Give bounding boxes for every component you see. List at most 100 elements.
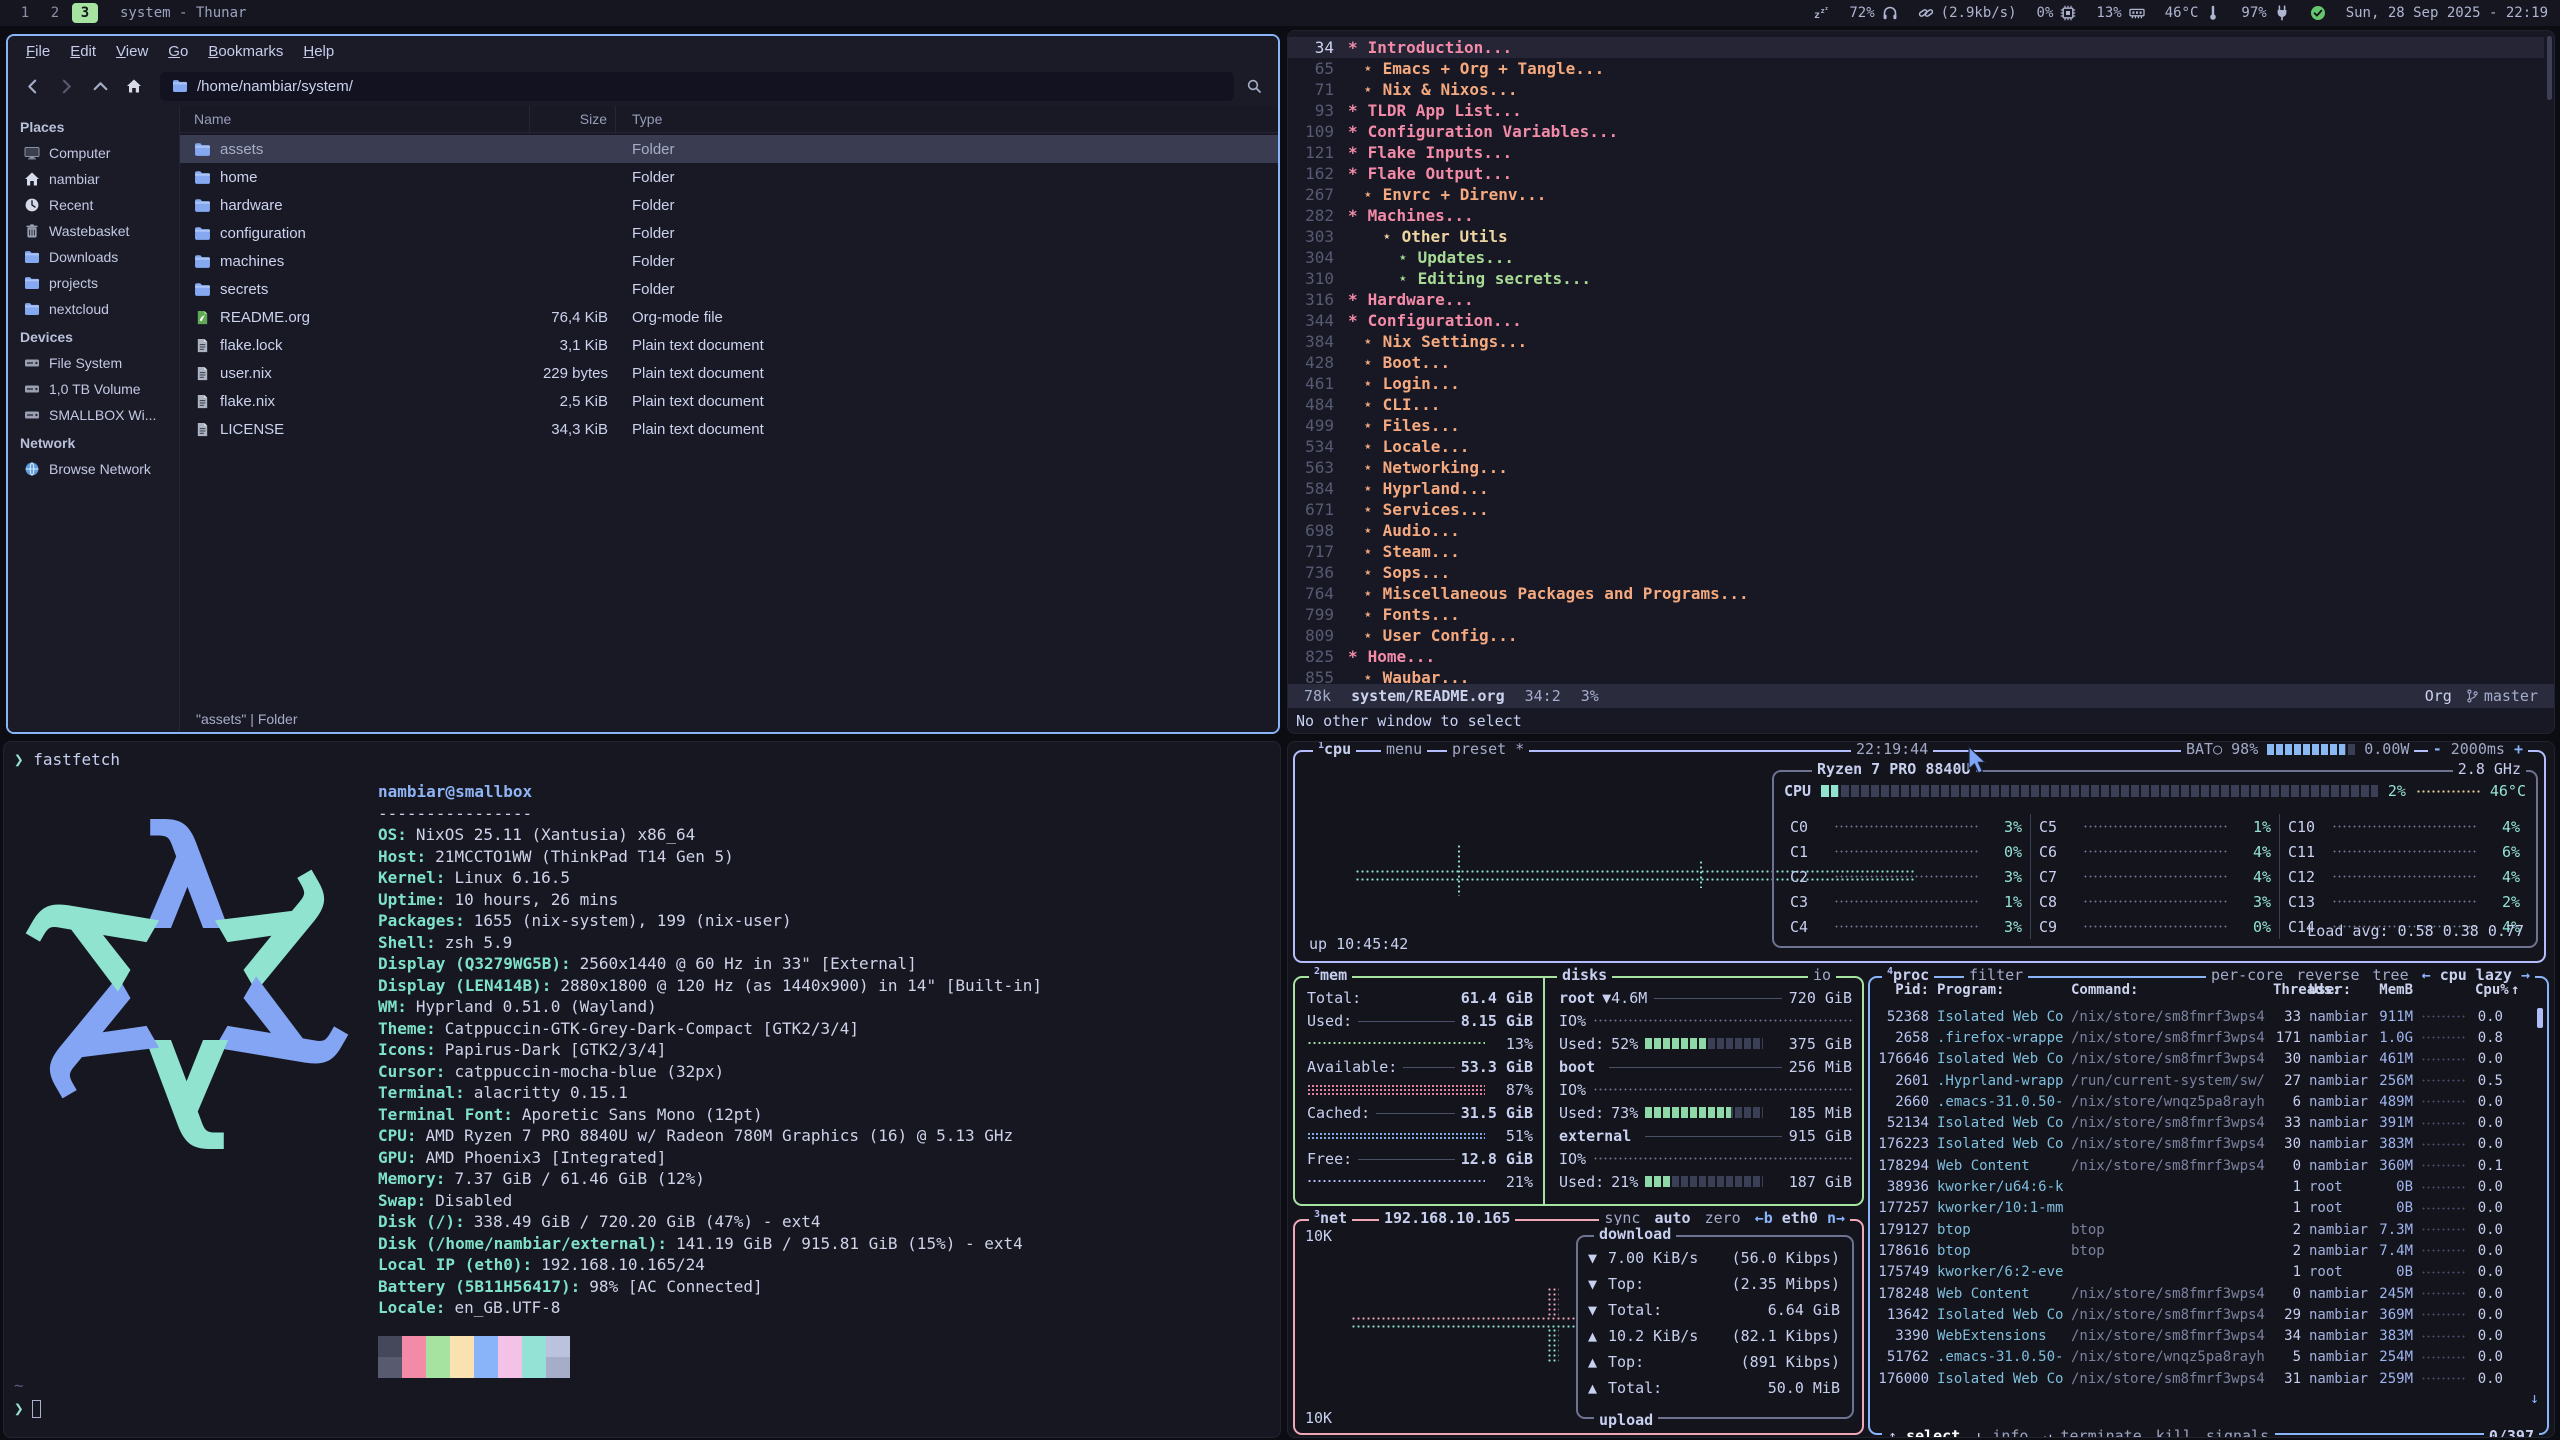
net-zero[interactable]: zero bbox=[1705, 1209, 1741, 1227]
org-star[interactable]: ⋆ bbox=[1363, 500, 1373, 519]
module-clock[interactable]: Sun, 28 Sep 2025 - 22:19 bbox=[2346, 5, 2548, 21]
proc-footer-action[interactable]: kill bbox=[2156, 1427, 2192, 1438]
org-star[interactable]: ⋆ bbox=[1363, 332, 1373, 351]
process-row[interactable]: 175749kworker/6:2-even1root0B0.0 bbox=[1878, 1262, 2521, 1283]
column-size[interactable]: Size bbox=[530, 106, 616, 132]
sidebar-item-browse-network[interactable]: Browse Network bbox=[8, 456, 179, 482]
org-star[interactable]: ⋆ bbox=[1363, 185, 1373, 204]
path-bar[interactable]: /home/nambiar/system/ bbox=[160, 72, 1234, 101]
module-volume[interactable]: 72% bbox=[1849, 5, 1897, 21]
org-star[interactable]: ⋆ bbox=[1398, 248, 1408, 267]
module-temperature[interactable]: 46°C bbox=[2165, 5, 2222, 21]
proc-footer-action[interactable]: ↑ select bbox=[1888, 1427, 1960, 1438]
menu-item[interactable]: View bbox=[106, 40, 158, 63]
tab-cpu[interactable]: 1cpu bbox=[1313, 741, 1356, 758]
org-star[interactable]: * bbox=[1348, 143, 1358, 162]
menu-item[interactable]: Edit bbox=[60, 40, 106, 63]
org-star[interactable]: ⋆ bbox=[1363, 605, 1373, 624]
sidebar-item-wastebasket[interactable]: Wastebasket bbox=[8, 218, 179, 244]
org-star[interactable]: ⋆ bbox=[1363, 395, 1373, 414]
home-button[interactable] bbox=[120, 72, 148, 100]
file-row[interactable]: configuration Folder bbox=[180, 219, 1278, 247]
net-next-iface[interactable]: n→ bbox=[1827, 1209, 1845, 1227]
org-star[interactable]: ⋆ bbox=[1363, 80, 1373, 99]
org-star[interactable]: ⋆ bbox=[1363, 59, 1373, 78]
terminal-window[interactable]: ❯ fastfetch λ λ λ λ λ λ nambiar@smallbox… bbox=[3, 741, 1281, 1438]
org-star[interactable]: ⋆ bbox=[1363, 479, 1373, 498]
tab-net[interactable]: 3net bbox=[1309, 1209, 1352, 1227]
file-row[interactable]: README.org 76,4 KiB Org-mode file bbox=[180, 303, 1278, 331]
process-row[interactable]: 51762.emacs-31.0.50-/nix/store/wnqz5pa8r… bbox=[1878, 1347, 2521, 1368]
emacs-scrollbar[interactable] bbox=[2547, 36, 2552, 100]
file-row[interactable]: user.nix 229 bytes Plain text document bbox=[180, 359, 1278, 387]
forward-button[interactable] bbox=[52, 72, 80, 100]
process-row[interactable]: 38936kworker/u64:6-kc1root0B0.0 bbox=[1878, 1176, 2521, 1197]
org-star[interactable]: * bbox=[1348, 647, 1358, 666]
sidebar-item-recent[interactable]: Recent bbox=[8, 192, 179, 218]
module-memory[interactable]: 13% bbox=[2096, 5, 2144, 21]
workspace-button[interactable]: 3 bbox=[72, 3, 98, 23]
org-star[interactable]: ⋆ bbox=[1363, 563, 1373, 582]
org-star[interactable]: ⋆ bbox=[1363, 353, 1373, 372]
process-row[interactable]: 52134Isolated Web Co/nix/store/sm8fmrf3w… bbox=[1878, 1112, 2521, 1133]
org-star[interactable]: ⋆ bbox=[1382, 227, 1392, 246]
process-row[interactable]: 2658.firefox-wrappe/nix/store/sm8fmrf3wp… bbox=[1878, 1027, 2521, 1048]
process-row[interactable]: 179127btopbtop2nambiar7.3M0.0 bbox=[1878, 1219, 2521, 1240]
org-star[interactable]: * bbox=[1348, 122, 1358, 141]
process-row[interactable]: 52368Isolated Web Co/nix/store/sm8fmrf3w… bbox=[1878, 1006, 2521, 1027]
buffer-name[interactable]: system/README.org bbox=[1351, 687, 1505, 705]
tab-preset[interactable]: preset * bbox=[1447, 741, 1529, 758]
process-row[interactable]: 177257kworker/10:1-mm_1root0B0.0 bbox=[1878, 1198, 2521, 1219]
org-star[interactable]: ⋆ bbox=[1398, 269, 1408, 288]
org-star[interactable]: ⋆ bbox=[1363, 626, 1373, 645]
menu-item[interactable]: Go bbox=[158, 40, 198, 63]
org-star[interactable]: * bbox=[1348, 101, 1358, 120]
org-star[interactable]: * bbox=[1348, 164, 1358, 183]
sidebar-item-nextcloud[interactable]: nextcloud bbox=[8, 296, 179, 322]
org-star[interactable]: ⋆ bbox=[1363, 521, 1373, 540]
workspace-button[interactable]: 2 bbox=[42, 3, 68, 23]
file-row[interactable]: secrets Folder bbox=[180, 275, 1278, 303]
tab-menu[interactable]: menu bbox=[1381, 741, 1427, 758]
sidebar-item-home[interactable]: nambiar bbox=[8, 166, 179, 192]
sidebar-item-projects[interactable]: projects bbox=[8, 270, 179, 296]
refresh-rate-control[interactable]: - 2000ms + bbox=[2428, 741, 2528, 758]
sidebar-item-downloads[interactable]: Downloads bbox=[8, 244, 179, 270]
back-button[interactable] bbox=[18, 72, 46, 100]
up-button[interactable] bbox=[86, 72, 114, 100]
module-battery[interactable]: 97% bbox=[2241, 5, 2289, 21]
process-row[interactable]: 2660.emacs-31.0.50-/nix/store/wnqz5pa8ra… bbox=[1878, 1091, 2521, 1112]
process-row[interactable]: 178616btopbtop2nambiar7.4M0.0 bbox=[1878, 1240, 2521, 1261]
sort-next[interactable]: → bbox=[2521, 966, 2530, 984]
file-row[interactable]: flake.lock 3,1 KiB Plain text document bbox=[180, 331, 1278, 359]
net-prev-iface[interactable]: ←b bbox=[1755, 1209, 1773, 1227]
sidebar-item-volume[interactable]: 1,0 TB Volume bbox=[8, 376, 179, 402]
process-row[interactable]: 178248Web Content/nix/store/sm8fmrf3wps4… bbox=[1878, 1283, 2521, 1304]
org-star[interactable]: * bbox=[1348, 290, 1358, 309]
proc-footer-action[interactable]: signals bbox=[2206, 1427, 2269, 1438]
file-row[interactable]: hardware Folder bbox=[180, 191, 1278, 219]
org-star[interactable]: ⋆ bbox=[1363, 437, 1373, 456]
sort-direction[interactable]: ↑ bbox=[2511, 982, 2519, 998]
file-row[interactable]: flake.nix 2,5 KiB Plain text document bbox=[180, 387, 1278, 415]
module-idle[interactable] bbox=[1813, 5, 1829, 21]
module-systemd[interactable] bbox=[2310, 5, 2326, 21]
search-button[interactable] bbox=[1240, 72, 1268, 100]
module-cpu[interactable]: 0% bbox=[2037, 5, 2077, 21]
org-buffer[interactable]: 34*Introduction... 65⋆Emacs + Org + Tang… bbox=[1288, 37, 2544, 688]
org-star[interactable]: ⋆ bbox=[1363, 374, 1373, 393]
column-name[interactable]: Name bbox=[180, 106, 530, 132]
org-star[interactable]: * bbox=[1348, 311, 1358, 330]
process-row[interactable]: 13642Isolated Web Co/nix/store/sm8fmrf3w… bbox=[1878, 1304, 2521, 1325]
sidebar-item-filesystem[interactable]: File System bbox=[8, 350, 179, 376]
menu-item[interactable]: Help bbox=[293, 40, 344, 63]
file-row[interactable]: machines Folder bbox=[180, 247, 1278, 275]
proc-footer-action[interactable]: ↓ info bbox=[1974, 1427, 2028, 1438]
org-star[interactable]: * bbox=[1348, 38, 1358, 57]
process-row[interactable]: 176223Isolated Web Co/nix/store/sm8fmrf3… bbox=[1878, 1134, 2521, 1155]
proc-scrollbar[interactable] bbox=[2537, 1008, 2543, 1028]
org-star[interactable]: * bbox=[1348, 206, 1358, 225]
proc-footer-action[interactable]: ↵ terminate bbox=[2042, 1427, 2141, 1438]
process-row[interactable]: 3390WebExtensions/nix/store/sm8fmrf3wps4… bbox=[1878, 1325, 2521, 1346]
file-row[interactable]: assets Folder bbox=[180, 135, 1278, 163]
